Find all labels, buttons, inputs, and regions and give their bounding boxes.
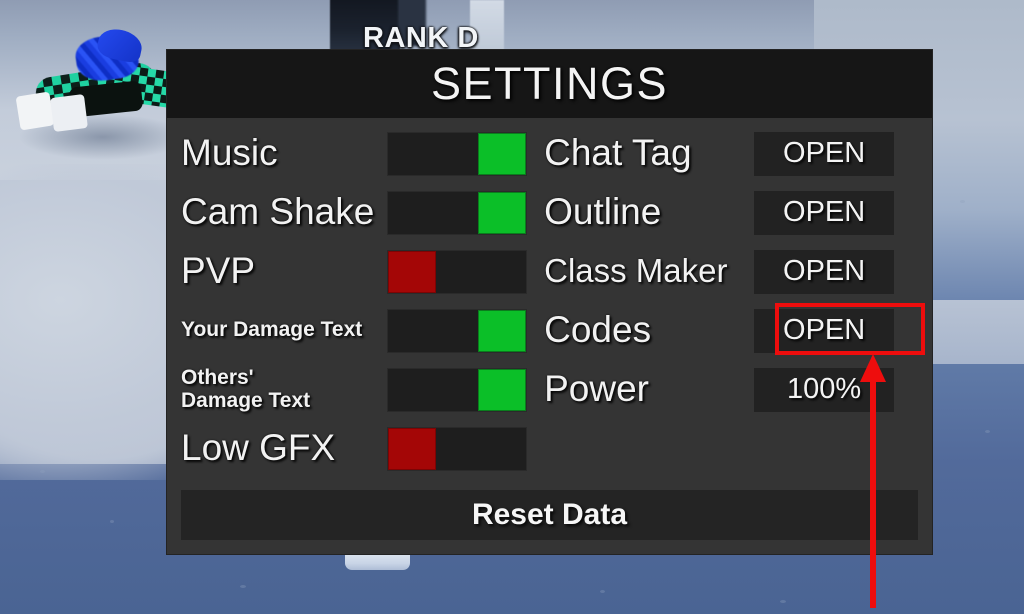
panel-header: SETTINGS xyxy=(167,50,932,118)
setting-label-outline: Outline xyxy=(544,191,662,233)
settings-panel: SETTINGS Music Cam Shake PVP Your Damage… xyxy=(167,50,932,554)
toggle-your-damage-text[interactable] xyxy=(387,308,527,353)
toggle-low-gfx[interactable] xyxy=(387,426,527,471)
player-avatar xyxy=(8,25,191,160)
setting-row-outline: Outline OPEN xyxy=(544,183,918,242)
ground-speck xyxy=(600,590,605,593)
setting-label-music: Music xyxy=(181,132,278,174)
setting-row-codes: Codes OPEN xyxy=(544,301,918,360)
setting-label-chat-tag: Chat Tag xyxy=(544,132,692,174)
outline-open-button[interactable]: OPEN xyxy=(754,190,895,235)
setting-label-your-damage-text: Your Damage Text xyxy=(181,318,363,342)
ground-speck xyxy=(240,585,246,588)
setting-row-power: Power 100% xyxy=(544,360,918,419)
toggle-knob xyxy=(478,191,526,234)
setting-row-cam-shake: Cam Shake xyxy=(181,183,544,242)
ground-speck xyxy=(985,430,990,433)
setting-row-low-gfx: Low GFX xyxy=(181,419,544,478)
toggle-music[interactable] xyxy=(387,131,527,176)
codes-open-button[interactable]: OPEN xyxy=(754,308,895,353)
ground-speck xyxy=(960,200,965,203)
reset-data-button[interactable]: Reset Data xyxy=(181,490,918,540)
ground-speck xyxy=(40,470,45,473)
toggle-knob xyxy=(478,132,526,175)
setting-row-class-maker: Class Maker OPEN xyxy=(544,242,918,301)
class-maker-open-button[interactable]: OPEN xyxy=(754,249,895,294)
setting-row-chat-tag: Chat Tag OPEN xyxy=(544,124,918,183)
toggle-pvp[interactable] xyxy=(387,249,527,294)
setting-label-power: Power xyxy=(544,368,649,410)
avatar-leg-left xyxy=(15,91,55,131)
toggle-others-damage-text[interactable] xyxy=(387,367,527,412)
setting-row-music: Music xyxy=(181,124,544,183)
setting-label-pvp: PVP xyxy=(181,250,256,292)
toggle-knob xyxy=(478,368,526,411)
chat-tag-open-button[interactable]: OPEN xyxy=(754,131,895,176)
page-title: SETTINGS xyxy=(430,58,669,109)
toggle-knob xyxy=(388,250,436,293)
toggle-cam-shake[interactable] xyxy=(387,190,527,235)
ground-speck xyxy=(110,520,114,523)
toggle-knob xyxy=(388,427,436,470)
panel-body: Music Cam Shake PVP Your Damage Text Oth… xyxy=(167,118,932,554)
avatar-leg-right xyxy=(50,94,88,132)
setting-row-pvp: PVP xyxy=(181,242,544,301)
setting-label-cam-shake: Cam Shake xyxy=(181,191,375,233)
toggle-knob xyxy=(478,309,526,352)
power-value-button[interactable]: 100% xyxy=(754,367,895,412)
setting-label-class-maker: Class Maker xyxy=(544,252,728,290)
setting-row-your-damage-text: Your Damage Text xyxy=(181,301,544,360)
setting-label-low-gfx: Low GFX xyxy=(181,427,336,469)
setting-row-others-damage-text: Others' Damage Text xyxy=(181,360,544,419)
reset-section: Reset Data xyxy=(181,490,918,540)
ground-speck xyxy=(780,600,786,603)
setting-label-others-damage-text: Others' Damage Text xyxy=(181,366,311,412)
setting-label-codes: Codes xyxy=(544,309,652,351)
